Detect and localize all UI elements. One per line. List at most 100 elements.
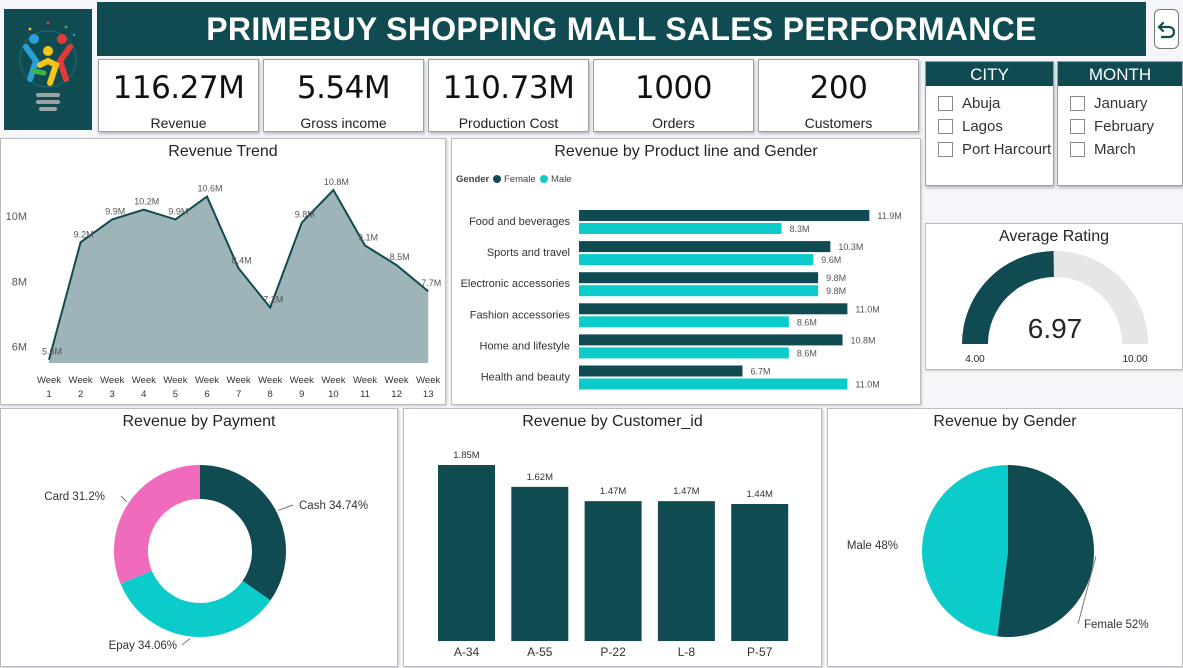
- data-label: 7.7M: [421, 278, 441, 288]
- kpi-label: Production Cost: [429, 115, 588, 131]
- page-title: PRIMEBUY SHOPPING MALL SALES PERFORMANCE: [206, 11, 1036, 48]
- city-option-port-harcourt[interactable]: Port Harcourt: [938, 141, 1051, 158]
- data-label: 9.8M: [826, 286, 846, 296]
- bar: [438, 465, 495, 641]
- x-tick-label: Week: [290, 375, 314, 386]
- gauge-min-label: 4.00: [965, 354, 985, 365]
- kpi-label: Orders: [594, 115, 753, 131]
- month-slicer: MONTH January February March: [1057, 61, 1183, 186]
- bar: [579, 285, 818, 296]
- data-label: 1.47M: [600, 486, 626, 497]
- slice-label: Cash 34.74%: [299, 500, 368, 512]
- checkbox[interactable]: [1070, 96, 1085, 111]
- slice-label: Male 48%: [847, 540, 898, 552]
- data-label: 5.6M: [42, 347, 62, 357]
- x-tick-label: P-22: [600, 645, 626, 659]
- option-label: Lagos: [962, 118, 1003, 135]
- gauge-max-label: 10.00: [1122, 354, 1147, 365]
- kpi-value: 116.27M: [99, 70, 258, 106]
- kpi-label: Gross income: [264, 115, 423, 131]
- slice-label: Epay 34.06%: [109, 640, 177, 652]
- data-label: 9.1M: [358, 233, 378, 243]
- x-tick-label: Week: [132, 375, 156, 386]
- kpi-value: 200: [759, 70, 918, 106]
- kpi-card-customers: 200 Customers: [758, 59, 919, 132]
- kpi-value: 1000: [594, 70, 753, 106]
- data-label: 1.44M: [746, 489, 772, 500]
- category-label: Home and lifestyle: [480, 340, 571, 352]
- checkbox[interactable]: [1070, 142, 1085, 157]
- x-tick-label: Week: [37, 375, 61, 386]
- data-label: 10.8M: [324, 177, 349, 187]
- bar: [585, 501, 642, 641]
- x-tick-label: Week: [69, 375, 93, 386]
- data-label: 10.6M: [197, 184, 222, 194]
- leader-line: [278, 505, 293, 510]
- data-label: 1.47M: [673, 486, 699, 497]
- city-slicer: CITY Abuja Lagos Port Harcourt: [925, 61, 1054, 186]
- bar: [658, 501, 715, 641]
- kpi-value: 110.73M: [429, 70, 588, 106]
- month-option-february[interactable]: February: [1070, 118, 1154, 135]
- revenue-trend-chart: 6M8M10M5.6MWeek19.2MWeek29.9MWeek310.2MW…: [1, 139, 447, 406]
- x-tick-label: A-55: [527, 645, 553, 659]
- data-label: 9.9M: [105, 206, 125, 216]
- data-label: 6.7M: [750, 367, 770, 377]
- category-label: Sports and travel: [487, 247, 570, 259]
- bar: [579, 241, 830, 252]
- x-tick-label: Week: [195, 375, 219, 386]
- category-label: Health and beauty: [481, 372, 571, 384]
- x-tick-label: Week: [227, 375, 251, 386]
- option-label: March: [1094, 141, 1136, 158]
- pie-slice: [200, 465, 286, 600]
- city-option-lagos[interactable]: Lagos: [938, 118, 1003, 135]
- legend-label: Male: [551, 174, 572, 185]
- checkbox[interactable]: [938, 96, 953, 111]
- data-label: 11.9M: [877, 211, 901, 221]
- month-option-march[interactable]: March: [1070, 141, 1136, 158]
- data-label: 10.2M: [134, 197, 159, 207]
- data-label: 9.6M: [821, 255, 841, 265]
- city-slicer-title: CITY: [926, 62, 1053, 86]
- revenue-trend-panel: Revenue Trend 6M8M10M5.6MWeek19.2MWeek29…: [0, 138, 446, 405]
- checkbox[interactable]: [1070, 119, 1085, 134]
- legend-marker: [493, 175, 501, 183]
- checkbox[interactable]: [938, 142, 953, 157]
- gender-pie-chart: Female 52%Male 48%: [828, 409, 1183, 668]
- bar: [579, 272, 818, 283]
- kpi-card-production-cost: 110.73M Production Cost: [428, 59, 589, 132]
- pie-slice: [922, 465, 1008, 636]
- x-tick-label: 5: [173, 389, 178, 400]
- data-label: 8.3M: [790, 224, 810, 234]
- legend-marker: [540, 175, 548, 183]
- x-tick-label: 9: [299, 389, 304, 400]
- kpi-label: Customers: [759, 115, 918, 131]
- x-tick-label: Week: [416, 375, 440, 386]
- x-tick-label: P-57: [747, 645, 773, 659]
- option-label: Abuja: [962, 95, 1000, 112]
- bar: [579, 223, 782, 234]
- data-label: 11.0M: [855, 380, 879, 390]
- category-label: Food and beverages: [469, 216, 570, 228]
- legend-title: Gender: [456, 174, 490, 185]
- x-tick-label: 7: [236, 389, 241, 400]
- city-option-abuja[interactable]: Abuja: [938, 95, 1000, 112]
- data-label: 9.9M: [168, 206, 188, 216]
- back-button[interactable]: [1154, 9, 1179, 49]
- customer-bar-chart: 1.85MA-341.62MA-551.47MP-221.47ML-81.44M…: [404, 409, 823, 668]
- checkbox[interactable]: [938, 119, 953, 134]
- product-line-panel: Revenue by Product line and Gender Gende…: [451, 138, 921, 405]
- y-tick-label: 10M: [6, 211, 27, 223]
- month-option-january[interactable]: January: [1070, 95, 1147, 112]
- x-tick-label: Week: [100, 375, 124, 386]
- y-tick-label: 6M: [12, 342, 27, 354]
- x-tick-label: A-34: [454, 645, 480, 659]
- kpi-card-orders: 1000 Orders: [593, 59, 754, 132]
- kpi-value: 5.54M: [264, 70, 423, 106]
- pie-slice: [114, 465, 200, 584]
- payment-donut-chart: Cash 34.74%Epay 34.06%Card 31.2%: [1, 409, 399, 668]
- company-logo: [4, 9, 92, 130]
- data-label: 9.8M: [295, 210, 315, 220]
- category-label: Electronic accessories: [461, 278, 571, 290]
- lightbulb-people-logo-icon: [4, 9, 92, 130]
